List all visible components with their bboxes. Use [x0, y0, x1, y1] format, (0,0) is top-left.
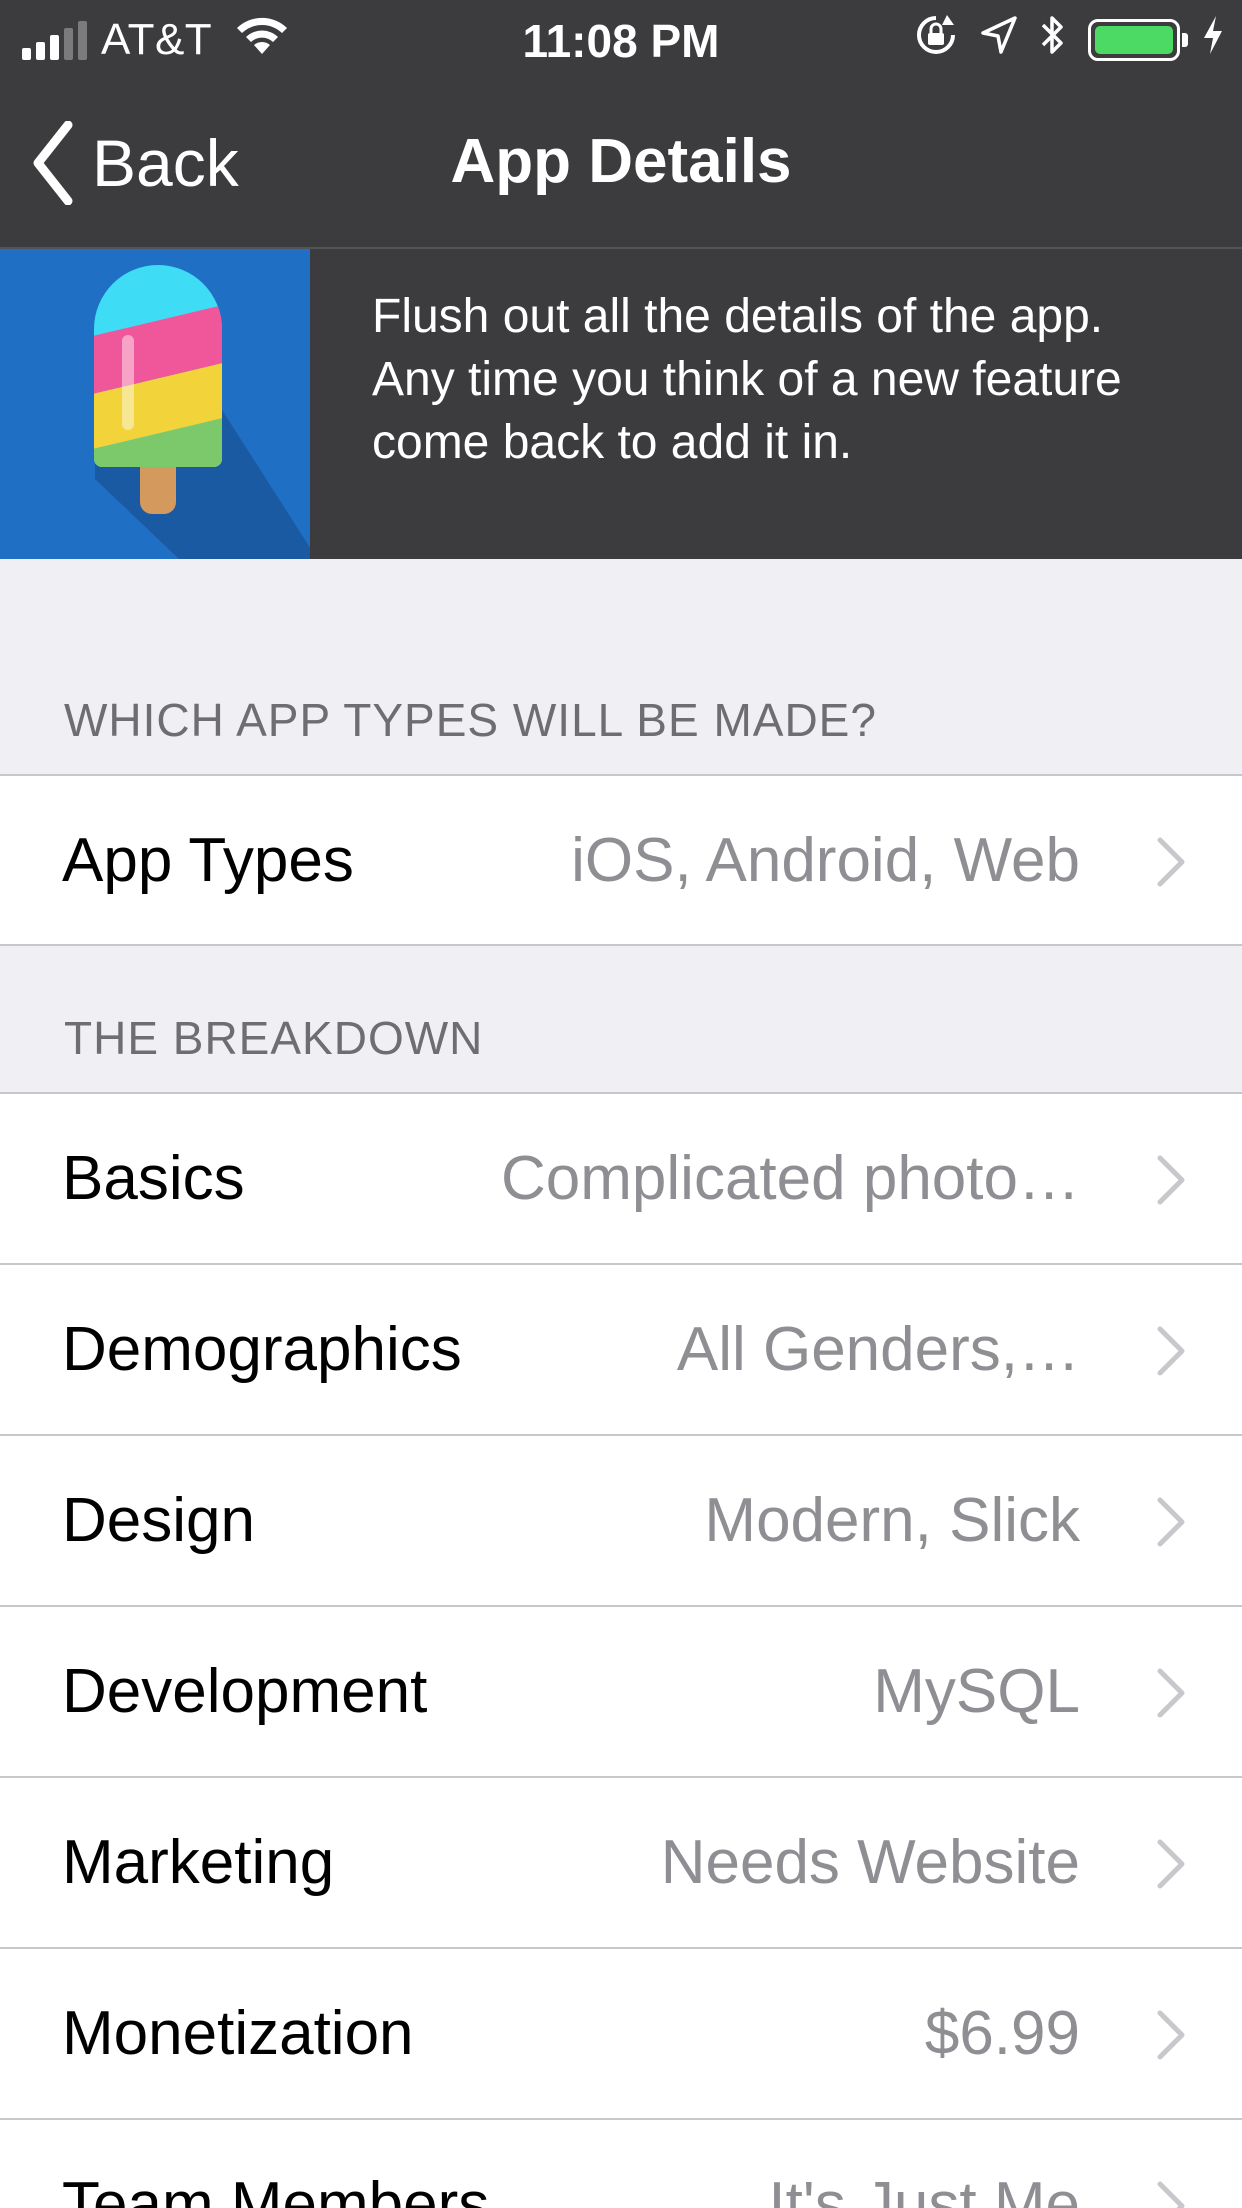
divider: [0, 944, 1242, 946]
row-marketing[interactable]: Marketing Needs Website: [0, 1778, 1242, 1948]
chevron-right-icon: [1157, 1497, 1185, 1547]
row-value: All Genders,…: [676, 1315, 1080, 1384]
row-team-members[interactable]: Team Members It's Just Me: [0, 2120, 1242, 2208]
row-label: Design: [62, 1486, 255, 1555]
location-arrow-icon: [980, 15, 1018, 66]
chevron-right-icon: [1157, 837, 1185, 887]
section-header-app-types: WHICH APP TYPES WILL BE MADE?: [64, 694, 877, 746]
chevron-right-icon: [1157, 1668, 1185, 1718]
row-label: Monetization: [62, 1999, 414, 2068]
row-development[interactable]: Development MySQL: [0, 1607, 1242, 1777]
row-value: MySQL: [873, 1657, 1080, 1726]
row-design[interactable]: Design Modern, Slick: [0, 1436, 1242, 1606]
row-label: App Types: [62, 826, 354, 895]
chevron-right-icon: [1157, 2181, 1185, 2208]
battery-fill: [1095, 26, 1173, 54]
page-title: App Details: [450, 127, 792, 196]
navigation-bar: Back App Details: [0, 80, 1242, 248]
row-app-types[interactable]: App Types iOS, Android, Web: [0, 776, 1242, 946]
row-label: Marketing: [62, 1828, 335, 1897]
popsicle-icon: [0, 249, 310, 559]
row-label: Team Members: [62, 2170, 490, 2208]
orientation-lock-icon: [914, 13, 958, 68]
row-basics[interactable]: Basics Complicated photo…: [0, 1094, 1242, 1264]
battery-icon: [1088, 19, 1188, 61]
status-bar: AT&T 11:08 PM: [0, 0, 1242, 80]
chevron-right-icon: [1157, 1326, 1185, 1376]
row-value: It's Just Me: [768, 2170, 1080, 2208]
row-label: Development: [62, 1657, 428, 1726]
chevron-right-icon: [1157, 2010, 1185, 2060]
row-demographics[interactable]: Demographics All Genders,…: [0, 1265, 1242, 1435]
section-header-breakdown: THE BREAKDOWN: [64, 1012, 484, 1064]
row-label: Demographics: [62, 1315, 462, 1384]
row-value: $6.99: [924, 1999, 1080, 2068]
row-value: Modern, Slick: [704, 1486, 1080, 1555]
hero-banner: Flush out all the details of the app. An…: [0, 249, 1242, 559]
charging-bolt-icon: [1202, 15, 1224, 66]
status-right: [914, 14, 1224, 66]
bluetooth-icon: [1040, 12, 1066, 69]
row-label: Basics: [62, 1144, 245, 1213]
row-value: iOS, Android, Web: [571, 826, 1080, 895]
hero-description: Flush out all the details of the app. An…: [372, 290, 1122, 469]
chevron-right-icon: [1157, 1839, 1185, 1889]
row-value: Complicated photo…: [501, 1144, 1080, 1213]
app-details-screen: AT&T 11:08 PM Back App Details Flush out…: [0, 0, 1242, 2208]
row-monetization[interactable]: Monetization $6.99: [0, 1949, 1242, 2119]
chevron-right-icon: [1157, 1155, 1185, 1205]
row-value: Needs Website: [660, 1828, 1080, 1897]
